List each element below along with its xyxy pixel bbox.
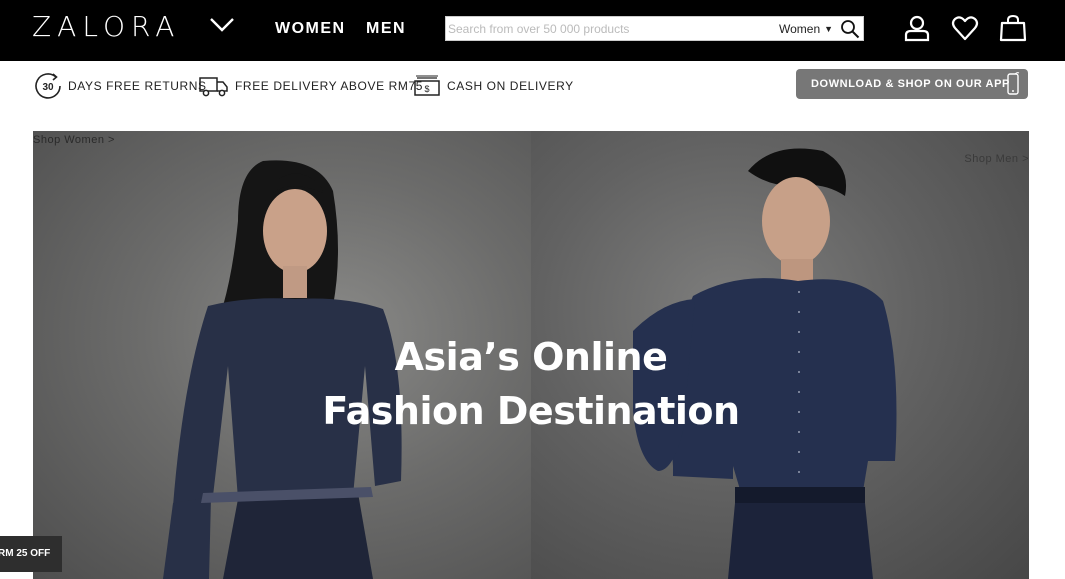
cash-on-delivery-text: CASH ON DELIVERY bbox=[447, 79, 574, 93]
returns-days-number: 30 bbox=[42, 82, 54, 93]
hero-headline-line2: Fashion Destination bbox=[322, 389, 740, 433]
search-bar: Women▼ bbox=[445, 16, 864, 41]
shop-men-link[interactable]: Shop Men > bbox=[964, 153, 1029, 165]
user-icon[interactable] bbox=[903, 14, 931, 42]
zalora-logo[interactable]: ZALORA bbox=[32, 12, 180, 42]
top-navigation-bar: ZALORA WOMEN MEN Women▼ bbox=[0, 0, 1065, 61]
download-app-label: DOWNLOAD & SHOP ON OUR APP bbox=[811, 78, 1010, 90]
cash-on-delivery-benefit: $ CASH ON DELIVERY bbox=[413, 71, 574, 101]
hero-headline-line1: Asia’s Online bbox=[394, 335, 668, 379]
download-app-button[interactable]: DOWNLOAD & SHOP ON OUR APP bbox=[796, 69, 1028, 99]
delivery-truck-icon bbox=[199, 77, 228, 97]
search-category-select[interactable]: Women ▼ bbox=[779, 22, 833, 36]
free-returns-benefit: 30 DAYS FREE RETURNS bbox=[34, 71, 207, 101]
shop-women-link[interactable]: Shop Women > bbox=[33, 134, 115, 146]
mobile-phone-icon bbox=[1007, 72, 1020, 95]
promo-discount-label: RM 25 OFF bbox=[0, 548, 51, 559]
heart-icon[interactable] bbox=[951, 14, 979, 42]
free-delivery-benefit: FREE DELIVERY ABOVE RM75 bbox=[199, 71, 423, 101]
caret-down-icon: ▼ bbox=[824, 24, 834, 34]
free-returns-text: DAYS FREE RETURNS bbox=[68, 79, 207, 93]
cash-icon: $ bbox=[414, 75, 440, 96]
chevron-down-icon[interactable] bbox=[209, 16, 235, 34]
shopping-bag-icon[interactable] bbox=[999, 14, 1027, 42]
nav-men-link[interactable]: MEN bbox=[366, 20, 406, 38]
nav-women-link[interactable]: WOMEN bbox=[275, 20, 346, 38]
svg-text:$: $ bbox=[424, 84, 429, 94]
search-icon[interactable] bbox=[840, 19, 860, 39]
promo-discount-tab[interactable]: RM 25 OFF bbox=[0, 536, 62, 572]
search-category-value: Women bbox=[779, 22, 821, 36]
returns-30-icon: 30 bbox=[35, 73, 61, 99]
search-input[interactable] bbox=[447, 18, 772, 39]
free-delivery-text: FREE DELIVERY ABOVE RM75 bbox=[235, 79, 424, 93]
hero-banner: Shop Women > Shop Men > Asia’s Online Fa… bbox=[33, 131, 1029, 579]
